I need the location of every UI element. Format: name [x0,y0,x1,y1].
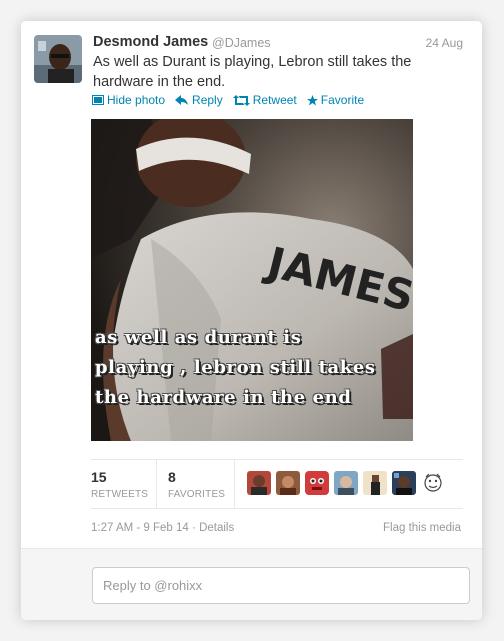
tweet-actions: Hide photo Reply Retweet Favorite [92,93,374,107]
user-avatar[interactable] [305,471,329,495]
reply-footer [21,548,482,620]
caption-line-3: the hardware in the end [95,387,352,408]
author-avatar[interactable] [34,35,82,83]
tweet-photo[interactable]: JAMES as well as durant is playing , leb… [91,119,413,441]
caption-line-2: playing , lebron still takes [95,357,376,378]
user-avatar[interactable] [334,471,358,495]
favoriters-avatars [247,471,450,495]
user-avatar[interactable] [363,471,387,495]
favorites-count: 8 [168,469,176,485]
favorites-label: FAVORITES [168,489,226,500]
flag-media-link[interactable]: Flag this media [383,522,461,534]
tweet-stats: 15 RETWEETS 8 FAVORITES [91,459,463,509]
tweet-meta: 1:27 AM - 9 Feb 14 · Details [91,522,234,534]
user-avatar[interactable] [247,471,271,495]
tweet-card: Desmond James @DJames 24 Aug As well as … [21,21,482,620]
retweet-icon [232,94,250,106]
reply-button[interactable]: Reply [175,93,223,107]
tweet-date[interactable]: 24 Aug [426,36,463,50]
retweets-label: RETWEETS [91,489,149,500]
details-link[interactable]: Details [199,522,234,534]
favorite-label: Favorite [320,93,365,107]
user-avatar[interactable] [392,471,416,495]
photo-icon [92,95,104,105]
stats-divider [234,460,235,508]
reply-label: Reply [192,93,223,107]
retweet-button[interactable]: Retweet [232,93,297,107]
hide-photo-label: Hide photo [107,93,166,107]
favorite-button[interactable]: Favorite [306,93,365,107]
tweet-text: As well as Durant is playing, Lebron sti… [93,54,412,90]
user-avatar[interactable] [276,471,300,495]
retweet-label: Retweet [252,93,297,107]
caption-line-1: as well as durant is [95,327,302,348]
star-icon [306,94,318,105]
tweet-timestamp[interactable]: 1:27 AM - 9 Feb 14 [91,522,189,534]
meta-separator: · [192,522,196,534]
favorites-stat[interactable]: 8 FAVORITES [168,460,234,508]
hide-photo-button[interactable]: Hide photo [92,93,165,107]
retweets-stat[interactable]: 15 RETWEETS [91,460,157,508]
author-handle[interactable]: @DJames [212,36,271,50]
user-avatar[interactable] [421,471,445,495]
reply-icon [175,94,189,105]
reply-input[interactable] [92,567,470,604]
retweets-count: 15 [91,469,107,485]
author-name[interactable]: Desmond James [93,34,208,50]
stats-divider [156,460,157,508]
